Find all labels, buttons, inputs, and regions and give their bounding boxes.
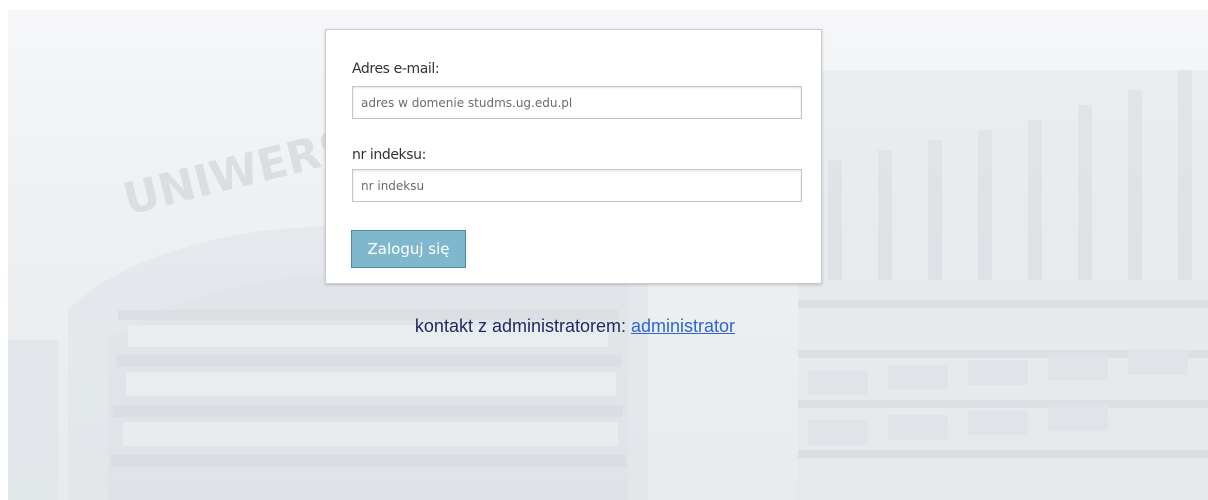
contact-line: kontakt z administratorem: administrator [0,316,1150,337]
contact-prefix-text: kontakt z administratorem: [414,316,626,336]
administrator-link[interactable]: administrator [631,316,735,336]
email-label: Adres e-mail: [352,61,440,77]
login-button[interactable]: Zaloguj się [351,230,466,268]
email-input[interactable] [352,86,802,119]
index-number-input[interactable] [352,169,802,202]
login-card: Adres e-mail: nr indeksu: Zaloguj się [325,29,822,284]
index-number-label: nr indeksu: [352,147,426,163]
